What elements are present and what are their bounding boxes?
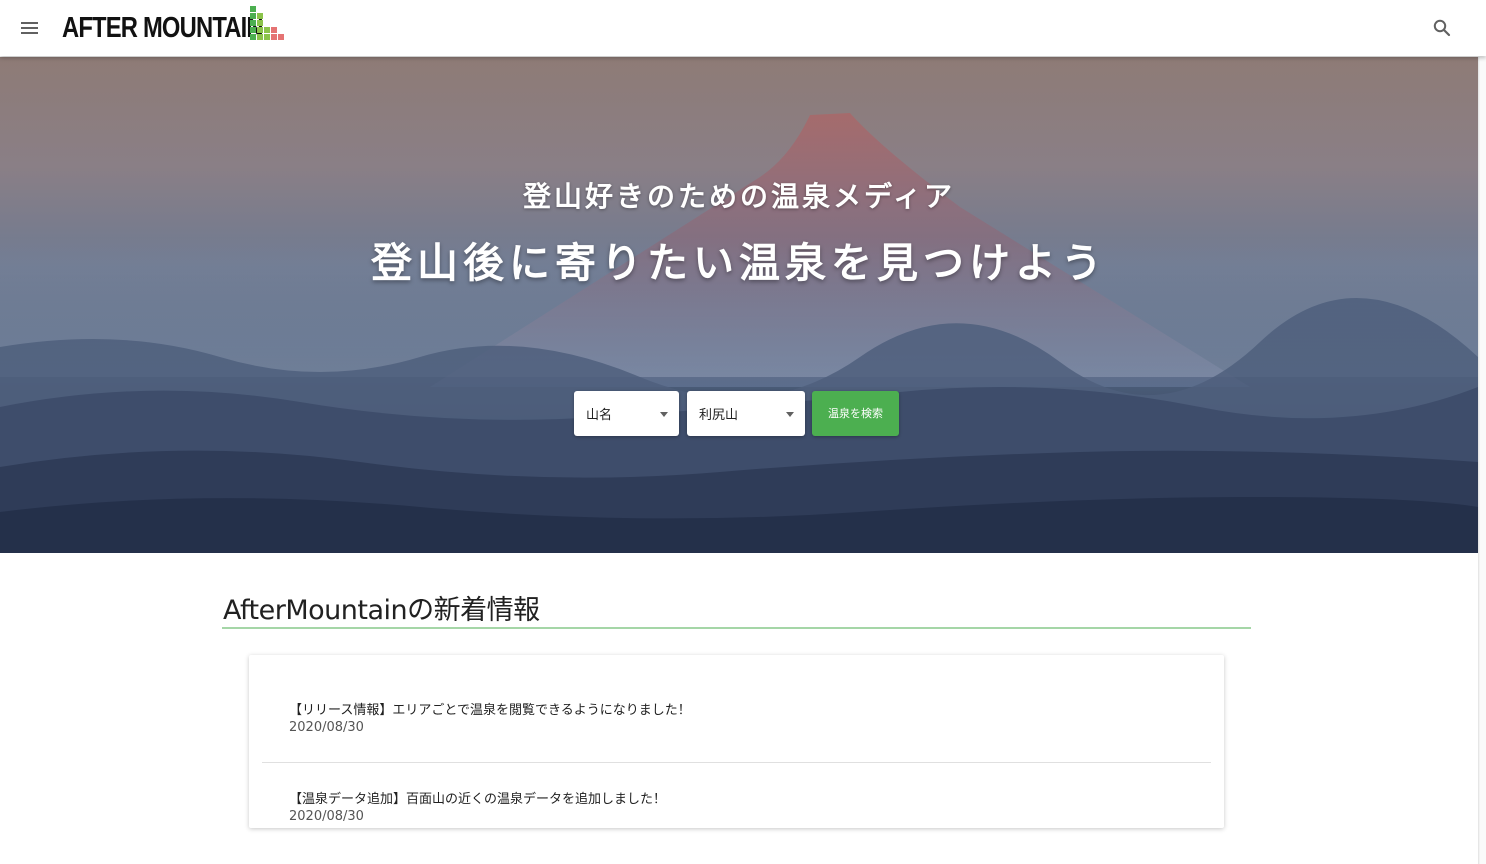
search-icon[interactable] (1430, 16, 1454, 40)
news-heading: AfterMountainの新着情報 (223, 595, 540, 626)
hero-banner: 登山好きのための温泉メディア 登山後に寄りたい温泉を見つけよう 山名 利尻山 温… (0, 57, 1478, 553)
scrollbar-thumb[interactable] (1480, 57, 1486, 864)
dropdown-caret-icon (660, 412, 668, 417)
logo-bars-icon (250, 6, 284, 40)
page-scrollbar[interactable] (1478, 57, 1486, 864)
news-item[interactable]: 【温泉データ追加】百面山の近くの温泉データを追加しました！ 2020/08/30 (249, 763, 1224, 828)
site-logo[interactable]: AFTER MOUNTAIN (62, 6, 284, 46)
mountain-background-image (0, 113, 1478, 553)
news-item[interactable]: 【リリース情報】エリアごとで温泉を閲覧できるようになりました！ 2020/08/… (249, 655, 1224, 762)
search-type-select[interactable]: 山名 (574, 391, 679, 436)
news-item-date: 2020/08/30 (289, 720, 364, 735)
logo-text: AFTER MOUNTAIN (62, 11, 264, 44)
mountain-select[interactable]: 利尻山 (687, 391, 805, 436)
news-item-title[interactable]: 【リリース情報】エリアごとで温泉を閲覧できるようになりました！ (289, 699, 691, 718)
hamburger-menu-icon[interactable] (18, 16, 42, 40)
hero-title: 登山後に寄りたい温泉を見つけよう (371, 239, 1107, 287)
news-item-date: 2020/08/30 (289, 809, 364, 824)
news-heading-underline (222, 627, 1251, 629)
news-card: 【リリース情報】エリアごとで温泉を閲覧できるようになりました！ 2020/08/… (249, 655, 1224, 828)
onsen-search-button[interactable]: 温泉を検索 (812, 391, 899, 436)
news-item-title[interactable]: 【温泉データ追加】百面山の近くの温泉データを追加しました！ (289, 788, 666, 807)
mountain-select-value: 利尻山 (699, 408, 739, 423)
app-bar: AFTER MOUNTAIN (0, 0, 1486, 56)
hero-subtitle: 登山好きのための温泉メディア (522, 180, 956, 213)
search-type-value: 山名 (586, 408, 613, 423)
dropdown-caret-icon (786, 412, 794, 417)
